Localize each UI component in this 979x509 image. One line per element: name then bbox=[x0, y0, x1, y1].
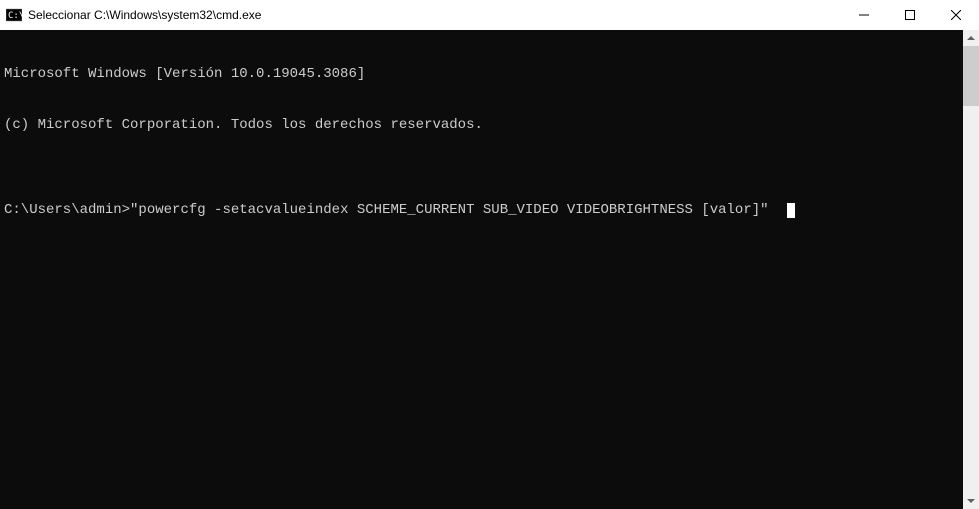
scroll-up-arrow[interactable] bbox=[963, 30, 979, 46]
titlebar[interactable]: C:\ Seleccionar C:\Windows\system32\cmd.… bbox=[0, 0, 979, 30]
chevron-up-icon bbox=[967, 36, 975, 40]
command-text: "powercfg -setacvalueindex SCHEME_CURREN… bbox=[130, 202, 769, 218]
terminal-line: (c) Microsoft Corporation. Todos los der… bbox=[4, 117, 959, 134]
cmd-window: C:\ Seleccionar C:\Windows\system32\cmd.… bbox=[0, 0, 979, 509]
window-controls bbox=[841, 0, 979, 30]
close-icon bbox=[951, 10, 961, 20]
cmd-icon: C:\ bbox=[6, 7, 22, 23]
minimize-icon bbox=[859, 10, 869, 20]
terminal-output[interactable]: Microsoft Windows [Versión 10.0.19045.30… bbox=[0, 30, 963, 509]
prompt-line: C:\Users\admin>"powercfg -setacvalueinde… bbox=[4, 202, 959, 219]
maximize-button[interactable] bbox=[887, 0, 933, 30]
window-title: Seleccionar C:\Windows\system32\cmd.exe bbox=[28, 8, 261, 22]
maximize-icon bbox=[905, 10, 915, 20]
terminal-line: Microsoft Windows [Versión 10.0.19045.30… bbox=[4, 66, 959, 83]
scroll-down-arrow[interactable] bbox=[963, 493, 979, 509]
scroll-thumb[interactable] bbox=[963, 46, 979, 106]
vertical-scrollbar[interactable] bbox=[963, 30, 979, 509]
text-cursor bbox=[787, 203, 795, 218]
scroll-track[interactable] bbox=[963, 46, 979, 493]
prompt: C:\Users\admin> bbox=[4, 202, 130, 218]
svg-text:C:\: C:\ bbox=[8, 11, 22, 21]
close-button[interactable] bbox=[933, 0, 979, 30]
chevron-down-icon bbox=[967, 499, 975, 503]
minimize-button[interactable] bbox=[841, 0, 887, 30]
client-area: Microsoft Windows [Versión 10.0.19045.30… bbox=[0, 30, 979, 509]
